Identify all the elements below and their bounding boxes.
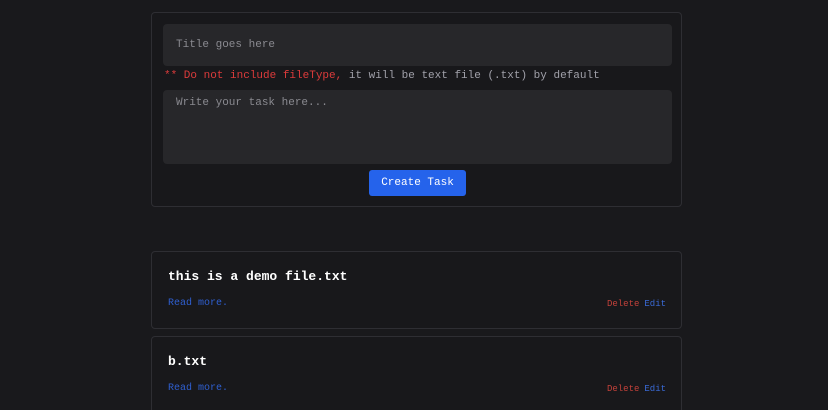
create-task-form: ** Do not include fileType, it will be t… — [151, 12, 682, 207]
filetype-warning: ** Do not include fileType, — [164, 70, 343, 82]
task-card: b.txt Read more. Delete Edit — [151, 336, 682, 410]
task-card: this is a demo file.txt Read more. Delet… — [151, 251, 682, 329]
edit-button[interactable]: Edit — [644, 299, 666, 309]
delete-button[interactable]: Delete — [607, 384, 639, 394]
create-task-button[interactable]: Create Task — [369, 170, 466, 196]
delete-button[interactable]: Delete — [607, 299, 639, 309]
read-more-link[interactable]: Read more. — [168, 298, 228, 309]
task-title: b.txt — [168, 354, 208, 369]
task-textarea[interactable] — [163, 90, 672, 164]
task-actions: Delete Edit — [607, 384, 666, 394]
read-more-link[interactable]: Read more. — [168, 383, 228, 394]
task-title: this is a demo file.txt — [168, 269, 348, 284]
page: ** Do not include fileType, it will be t… — [0, 0, 828, 410]
edit-button[interactable]: Edit — [644, 384, 666, 394]
filetype-hint: ** Do not include fileType, it will be t… — [164, 70, 600, 82]
title-input[interactable] — [163, 24, 672, 66]
filetype-hint-text: it will be text file (.txt) by default — [342, 70, 600, 82]
task-actions: Delete Edit — [607, 299, 666, 309]
